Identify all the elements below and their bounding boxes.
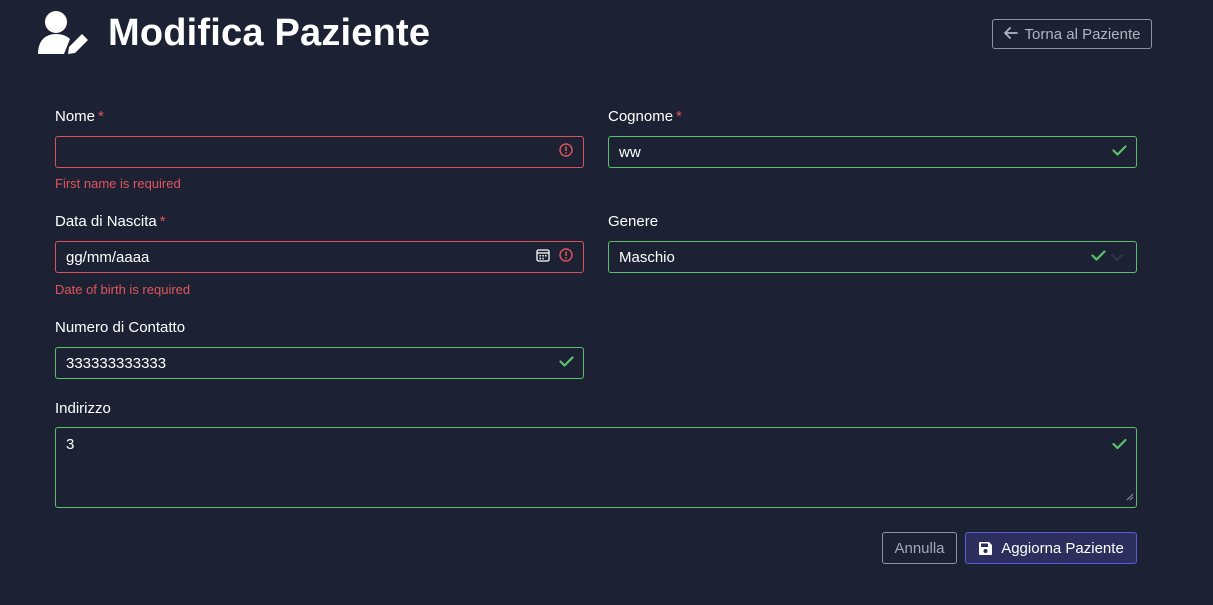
arrow-left-icon [1003, 26, 1018, 43]
dob-error: Date of birth is required [55, 282, 191, 297]
address-value: 3 [66, 436, 75, 453]
dob-placeholder: gg/mm/aaaa [66, 248, 150, 266]
required-mark: * [676, 108, 682, 125]
chevron-down-icon [1111, 249, 1123, 266]
last-name-input[interactable]: ww [608, 136, 1137, 168]
phone-input[interactable]: 333333333333 [55, 347, 584, 379]
first-name-label: Nome * [55, 108, 104, 125]
first-name-input[interactable] [55, 136, 584, 168]
exclamation-circle-icon [559, 248, 573, 266]
gender-select[interactable]: Maschio [608, 241, 1137, 273]
floppy-disk-icon [978, 541, 1001, 556]
update-patient-button[interactable]: Aggiorna Paziente [965, 532, 1137, 564]
cancel-button[interactable]: Annulla [882, 532, 957, 564]
dob-input[interactable]: gg/mm/aaaa [55, 241, 584, 273]
user-edit-icon [38, 10, 90, 56]
back-button-label: Torna al Paziente [1024, 25, 1141, 43]
last-name-value: ww [619, 143, 641, 161]
first-name-error: First name is required [55, 176, 181, 191]
resize-handle-icon[interactable] [1126, 488, 1134, 505]
back-to-patient-button[interactable]: Torna al Paziente [992, 19, 1152, 49]
gender-label: Genere [608, 213, 659, 230]
exclamation-circle-icon [559, 143, 573, 161]
required-mark: * [98, 108, 104, 125]
check-icon [1112, 144, 1127, 161]
check-icon [1091, 249, 1106, 266]
last-name-label: Cognome * [608, 108, 682, 125]
check-icon [1112, 437, 1127, 454]
phone-label: Numero di Contatto [55, 319, 186, 336]
update-patient-label: Aggiorna Paziente [1001, 539, 1124, 557]
address-label: Indirizzo [55, 400, 111, 417]
dob-label: Data di Nascita * [55, 213, 166, 230]
check-icon [559, 355, 574, 372]
phone-value: 333333333333 [66, 354, 167, 372]
gender-value: Maschio [619, 248, 675, 266]
page-header: Modifica Paziente [38, 10, 430, 56]
page-title: Modifica Paziente [108, 11, 431, 54]
required-mark: * [159, 213, 166, 230]
address-textarea[interactable]: 3 [55, 427, 1137, 508]
calendar-icon[interactable] [536, 248, 550, 266]
